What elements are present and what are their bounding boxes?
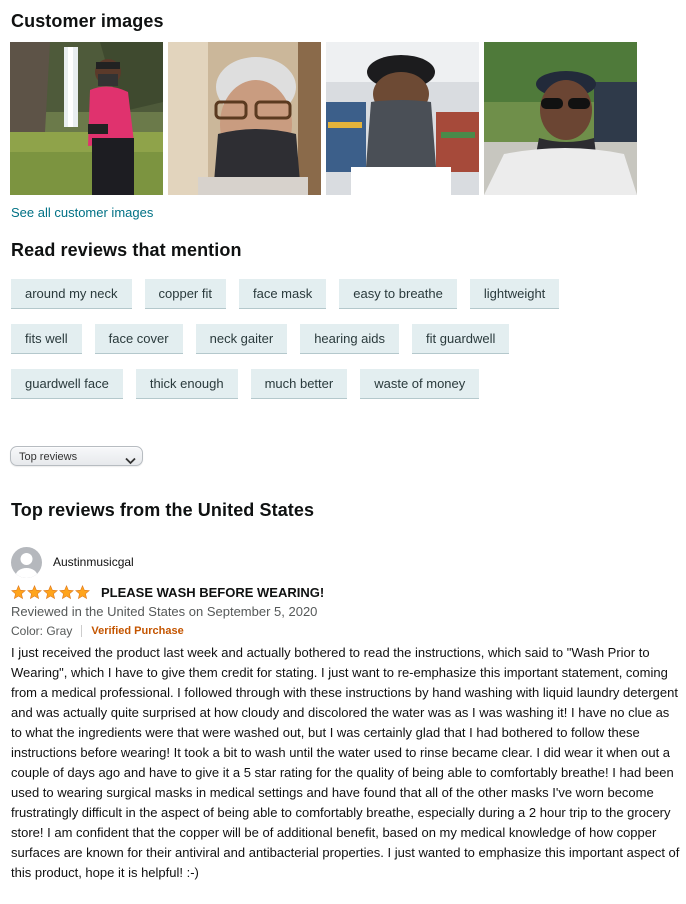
review-title[interactable]: PLEASE WASH BEFORE WEARING!: [101, 585, 324, 600]
mention-chip[interactable]: fit guardwell: [412, 324, 510, 354]
avatar[interactable]: [11, 546, 42, 578]
mention-chip[interactable]: neck gaiter: [195, 324, 288, 354]
divider: [81, 625, 83, 637]
mention-chip[interactable]: fits well: [11, 324, 82, 354]
see-all-customer-images-link[interactable]: See all customer images: [11, 205, 153, 220]
mention-chip[interactable]: face mask: [238, 279, 327, 309]
read-reviews-mention-heading: Read reviews that mention: [11, 240, 242, 260]
sort-reviews-dropdown[interactable]: Top reviews: [10, 446, 143, 466]
review-color-variant[interactable]: Color: Gray: [11, 624, 72, 638]
mention-chip-row: around my neck copper fit face mask easy…: [11, 279, 651, 309]
mention-chip[interactable]: face cover: [94, 324, 183, 354]
chevron-down-icon: [125, 452, 136, 472]
verified-purchase-badge: Verified Purchase: [91, 625, 184, 637]
star-rating[interactable]: [11, 585, 91, 600]
review-item: Austinmusicgal PLEASE WASH BEFORE WEARIN…: [11, 546, 681, 883]
mention-chip-row: guardwell face thick enough much better …: [11, 369, 651, 399]
customer-image-3[interactable]: [326, 42, 479, 195]
mention-chip[interactable]: around my neck: [11, 279, 132, 309]
mention-chip[interactable]: lightweight: [469, 279, 560, 309]
review-date: Reviewed in the United States on Septemb…: [11, 604, 318, 619]
top-reviews-heading: Top reviews from the United States: [11, 500, 315, 520]
customer-image-2[interactable]: [168, 42, 321, 195]
review-body: I just received the product last week an…: [11, 645, 680, 880]
review-author-name[interactable]: Austinmusicgal: [53, 555, 134, 569]
mention-chip[interactable]: waste of money: [360, 369, 480, 399]
customer-images-heading: Customer images: [11, 11, 164, 31]
mention-chip[interactable]: guardwell face: [11, 369, 123, 399]
mention-chip[interactable]: much better: [250, 369, 348, 399]
customer-images-strip: [10, 42, 637, 195]
review-meta-row: Color: Gray Verified Purchase: [11, 624, 681, 638]
sort-selected-label: Top reviews: [19, 451, 78, 463]
review-title-row: PLEASE WASH BEFORE WEARING!: [11, 585, 681, 600]
mention-chip-row: fits well face cover neck gaiter hearing…: [11, 324, 651, 354]
mention-chip[interactable]: easy to breathe: [339, 279, 457, 309]
mention-chip[interactable]: copper fit: [144, 279, 226, 309]
customer-image-4[interactable]: [484, 42, 637, 195]
mention-chips: around my neck copper fit face mask easy…: [11, 279, 651, 414]
mention-chip[interactable]: hearing aids: [300, 324, 400, 354]
customer-image-1[interactable]: [10, 42, 163, 195]
review-author-row: Austinmusicgal: [11, 546, 681, 578]
mention-chip[interactable]: thick enough: [135, 369, 238, 399]
